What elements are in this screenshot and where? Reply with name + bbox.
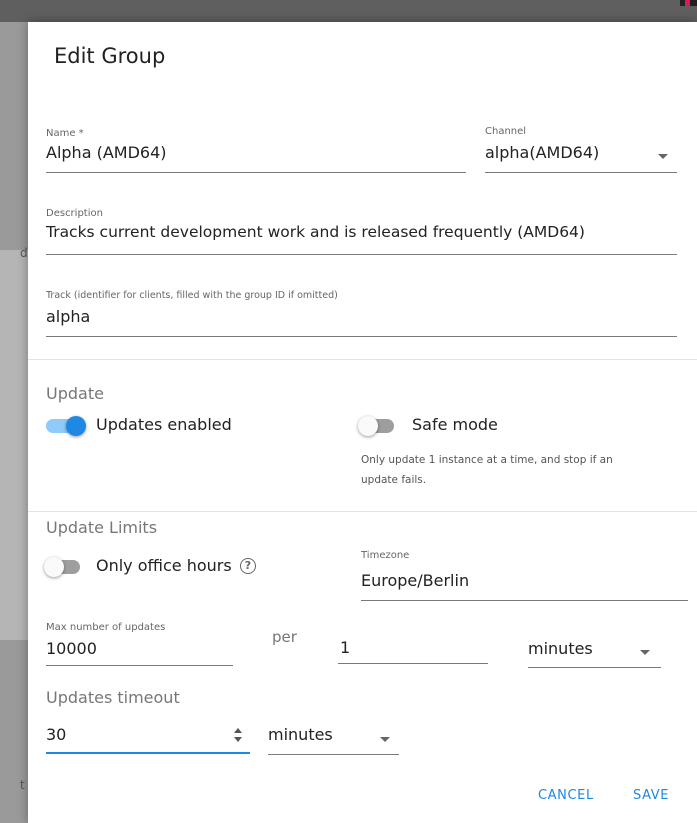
chevron-down-icon[interactable]: [640, 650, 650, 655]
max-updates-underline: [46, 665, 233, 666]
updates-enabled-label: Updates enabled: [96, 415, 232, 434]
channel-label: Channel: [485, 126, 527, 137]
per-value-underline: [338, 663, 488, 664]
name-underline: [46, 172, 466, 173]
switch-knob: [358, 416, 378, 436]
updates-enabled-switch[interactable]: Updates enabled: [46, 414, 246, 438]
per-label: per: [272, 628, 297, 646]
chevron-down-icon[interactable]: [380, 737, 390, 742]
timezone-label: Timezone: [361, 550, 410, 561]
safe-mode-note: Only update 1 instance at a time, and st…: [361, 454, 613, 486]
edit-group-dialog: Edit Group Name * Alpha (AMD64) Channel …: [28, 22, 697, 823]
cancel-button[interactable]: CANCEL: [538, 788, 594, 803]
save-button[interactable]: SAVE: [633, 788, 669, 803]
number-stepper-icon[interactable]: [233, 727, 243, 743]
channel-select[interactable]: alpha(AMD64): [485, 143, 599, 162]
per-value-input[interactable]: 1: [340, 638, 350, 657]
update-section-label: Update: [46, 384, 104, 403]
description-underline: [46, 254, 677, 255]
channel-underline: [485, 172, 677, 173]
timeout-underline-focused: [46, 752, 250, 754]
name-label: Name *: [46, 128, 84, 139]
backdrop-panel-top: [0, 0, 697, 22]
per-unit-underline: [528, 667, 661, 668]
backdrop-stripe-left: [0, 250, 28, 640]
max-updates-input[interactable]: 10000: [46, 639, 97, 658]
safe-mode-label: Safe mode: [412, 415, 498, 434]
timezone-input[interactable]: Europe/Berlin: [361, 571, 469, 590]
per-unit-select[interactable]: minutes: [528, 639, 593, 658]
safe-mode-switch[interactable]: Safe mode: [358, 414, 560, 438]
description-label: Description: [46, 208, 103, 219]
timeout-unit-underline: [268, 754, 399, 755]
timeout-unit-select[interactable]: minutes: [268, 725, 333, 744]
updates-timeout-label: Updates timeout: [46, 688, 180, 707]
help-circle-icon[interactable]: ?: [240, 558, 256, 574]
track-underline: [46, 336, 677, 337]
chevron-down-icon[interactable]: [658, 154, 668, 159]
track-input[interactable]: alpha: [46, 307, 90, 326]
backdrop-text-fragment: t: [20, 778, 25, 792]
update-limits-section-label: Update Limits: [46, 518, 158, 537]
switch-knob: [66, 416, 86, 436]
dialog-title: Edit Group: [54, 44, 166, 68]
timezone-underline: [361, 600, 688, 601]
backdrop-text-fragment: d: [20, 246, 28, 260]
switch-knob: [44, 557, 64, 577]
office-hours-label: Only office hours: [96, 556, 232, 575]
name-input[interactable]: Alpha (AMD64): [46, 143, 167, 162]
divider: [28, 511, 697, 512]
divider: [28, 359, 697, 360]
backdrop-corner-badge-accent: [685, 0, 690, 6]
timeout-input[interactable]: 30: [46, 725, 66, 744]
description-input[interactable]: Tracks current development work and is r…: [46, 223, 585, 241]
track-label: Track (identifier for clients, filled wi…: [46, 290, 338, 301]
max-updates-label: Max number of updates: [46, 622, 166, 633]
